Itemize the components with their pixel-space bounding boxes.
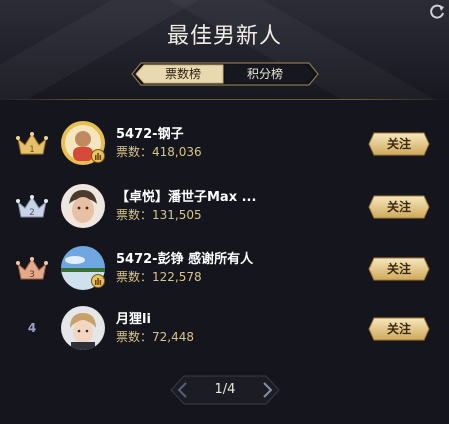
vote-count: 票数：418,036 xyxy=(116,145,202,159)
rank-number: 2 xyxy=(29,208,35,218)
vote-count: 票数：72,448 xyxy=(116,330,195,344)
candidate-name: 【卓悦】潘世子Max ... xyxy=(116,190,257,205)
bronze-crown-icon: 3 xyxy=(16,256,48,282)
vip-badge-icon xyxy=(91,149,105,163)
avatar[interactable] xyxy=(61,306,105,350)
ranking-row: 4 月狸li 票数：72,448 关注 xyxy=(0,300,449,358)
header-divider xyxy=(0,99,449,100)
vip-badge-icon xyxy=(91,274,105,288)
vote-count: 票数：122,578 xyxy=(116,270,202,284)
follow-button[interactable]: 关注 xyxy=(368,195,430,219)
candidate-name: 5472-钢子 xyxy=(116,127,184,142)
ranking-row: 1 5472-钢子 票数：418,036 关注 xyxy=(0,115,449,173)
tab-points-ranking[interactable]: 积分榜 xyxy=(225,62,305,86)
candidate-name: 5472-彭铮 感谢所有人 xyxy=(116,252,254,267)
chevron-right-icon[interactable] xyxy=(254,375,280,405)
tab-bar: 票数榜 积分榜 xyxy=(131,62,319,86)
silver-crown-icon: 2 xyxy=(16,194,48,220)
rank-number: 3 xyxy=(29,270,35,280)
ranking-row: 2 【卓悦】潘世子Max ... 票数：131,505 关注 xyxy=(0,178,449,236)
rank-number: 1 xyxy=(29,145,35,155)
avatar[interactable] xyxy=(61,184,105,228)
chevron-left-icon[interactable] xyxy=(170,375,196,405)
rank-number: 4 xyxy=(27,321,37,335)
vote-count: 票数：131,505 xyxy=(116,208,202,222)
page-title: 最佳男新人 xyxy=(166,24,282,49)
follow-button[interactable]: 关注 xyxy=(368,132,430,156)
page-indicator: 1/4 xyxy=(214,382,236,397)
follow-button[interactable]: 关注 xyxy=(368,257,430,281)
ranking-row: 3 5472-彭铮 感谢所有人 票数：122,578 关注 xyxy=(0,240,449,298)
candidate-name: 月狸li xyxy=(116,312,151,327)
tab-votes-ranking[interactable]: 票数榜 xyxy=(143,62,223,86)
pagination: 1/4 xyxy=(170,375,280,405)
gold-crown-icon: 1 xyxy=(16,131,48,157)
follow-button[interactable]: 关注 xyxy=(368,317,430,341)
refresh-icon[interactable] xyxy=(427,2,447,22)
